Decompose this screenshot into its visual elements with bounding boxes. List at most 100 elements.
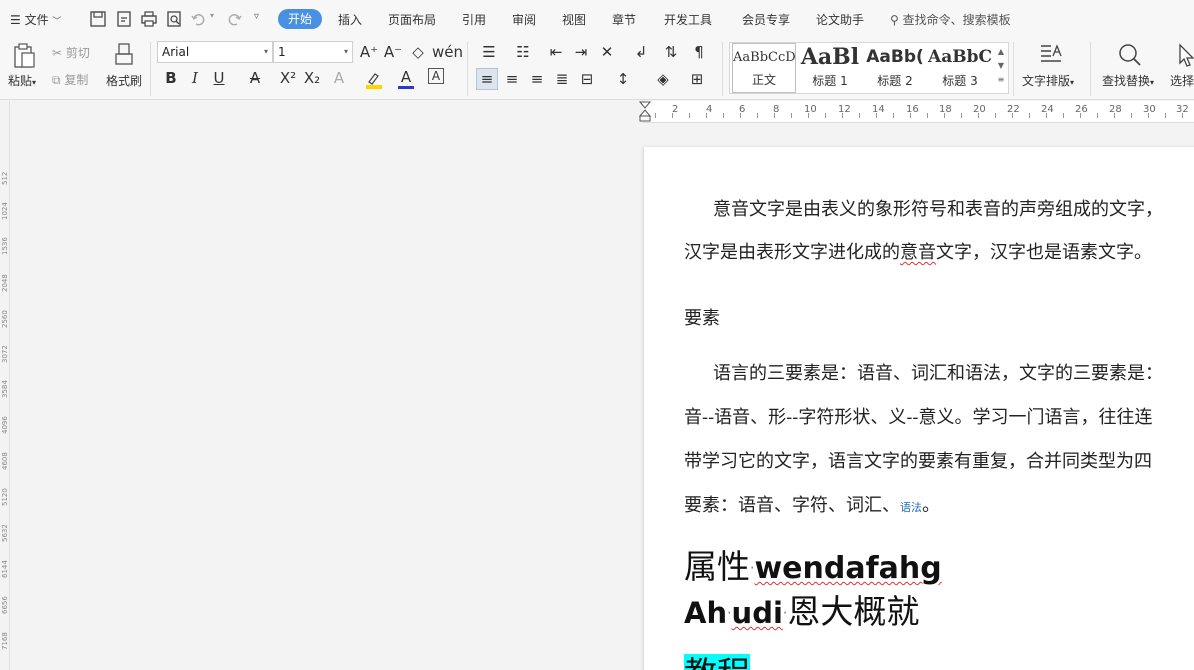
text-direction-icon[interactable]: ↲ xyxy=(630,42,652,62)
paste-icon[interactable] xyxy=(10,42,38,70)
strikethrough-icon[interactable]: A xyxy=(244,68,266,88)
ruler-tick xyxy=(893,113,894,118)
numbered-list-icon[interactable]: ☷ xyxy=(512,42,534,62)
vertical-ruler-label: 512 xyxy=(1,171,9,185)
vertical-ruler-label: 7168 xyxy=(1,632,9,650)
style-heading-2-sample: AaBb( xyxy=(866,47,924,67)
show-marks-icon[interactable]: ¶ xyxy=(688,42,710,62)
align-center-icon[interactable]: ≡ xyxy=(501,69,523,89)
text-layout-button[interactable]: 文字排版▾ xyxy=(1022,72,1074,89)
styles-scroll-controls[interactable]: ▲ ▼ ≡ xyxy=(994,45,1008,87)
bold-icon[interactable]: B xyxy=(160,68,182,88)
undo-icon[interactable] xyxy=(190,10,208,28)
find-replace-icon[interactable] xyxy=(1117,42,1143,68)
superscript-icon[interactable]: X² xyxy=(277,68,299,88)
underline-icon[interactable]: U xyxy=(208,68,230,88)
tab-insert[interactable]: 插入 xyxy=(338,11,362,28)
font-size-select[interactable]: 1 ▾ xyxy=(273,41,353,63)
divider xyxy=(467,42,468,96)
justify-icon[interactable]: ≣ xyxy=(551,69,573,89)
ruler-tick xyxy=(944,113,945,118)
highlight-color-icon[interactable] xyxy=(364,70,384,90)
ruler-tick xyxy=(808,113,809,118)
increase-font-size-icon[interactable]: A⁺ xyxy=(358,42,380,62)
ruler-tick xyxy=(961,113,962,118)
tab-page-layout[interactable]: 页面布局 xyxy=(388,11,436,28)
vertical-ruler-label: 2560 xyxy=(1,310,9,328)
copy-icon: ⧉ xyxy=(52,73,61,87)
text-run: 文字，汉字也是语素文字。 xyxy=(936,242,1152,263)
text-effect-icon[interactable]: A xyxy=(328,68,350,88)
style-heading-2[interactable]: AaBb( 标题 2 xyxy=(863,43,927,93)
increase-indent-icon[interactable]: ⇥ xyxy=(570,42,592,62)
line-spacing-icon[interactable]: ↕ xyxy=(612,69,634,89)
ruler-label: 28 xyxy=(1109,104,1122,115)
clear-format-icon[interactable]: ◇ xyxy=(407,42,429,62)
heading-line: Ah·udi·恩大概就 xyxy=(684,585,919,633)
tab-view[interactable]: 视图 xyxy=(562,11,586,28)
tab-member[interactable]: 会员专享 xyxy=(742,11,790,28)
vertical-ruler-label: 4096 xyxy=(1,416,9,434)
divider xyxy=(1013,42,1014,96)
text-run: 属性 xyxy=(684,547,750,586)
font-name-select[interactable]: Arial ▾ xyxy=(157,41,273,63)
copy-button[interactable]: ⧉ 复制 xyxy=(52,71,88,88)
subscript-icon[interactable]: X₂ xyxy=(301,68,323,88)
text-layout-label: 文字排版 xyxy=(1022,74,1071,88)
cut-button[interactable]: ✂ 剪切 xyxy=(52,44,90,61)
customize-quick-access-icon[interactable]: ▿ xyxy=(254,11,259,22)
chinese-layout-icon[interactable]: ✕ xyxy=(596,42,618,62)
decrease-indent-icon[interactable]: ⇤ xyxy=(545,42,567,62)
heading-line: 教程 xyxy=(684,647,750,670)
chevron-down-icon: ▾ xyxy=(343,47,348,56)
font-color-swatch xyxy=(398,86,414,89)
paste-button[interactable]: 粘贴▾ xyxy=(8,72,36,89)
ruler-tick xyxy=(1165,113,1166,118)
tab-review[interactable]: 审阅 xyxy=(512,11,536,28)
indent-marker-icon[interactable] xyxy=(639,101,651,123)
paste-label: 粘贴 xyxy=(8,74,33,88)
ruler-label: 14 xyxy=(872,104,885,115)
ruler-tick xyxy=(1097,113,1098,118)
tab-references[interactable]: 引用 xyxy=(462,11,486,28)
text-layout-icon[interactable] xyxy=(1038,42,1064,68)
align-right-icon[interactable]: ≡ xyxy=(526,69,548,89)
style-normal[interactable]: AaBbCcD 正文 xyxy=(732,43,796,93)
style-heading-1-name: 标题 1 xyxy=(812,74,848,88)
tab-chapter[interactable]: 章节 xyxy=(612,11,636,28)
sort-icon[interactable]: ⇅ xyxy=(660,42,682,62)
tab-developer[interactable]: 开发工具 xyxy=(664,11,712,28)
search-icon: ⚲ xyxy=(890,13,899,27)
style-heading-1[interactable]: AaBl 标题 1 xyxy=(798,43,862,93)
ruler-tick xyxy=(1131,113,1132,118)
print-preview-icon[interactable] xyxy=(165,10,183,28)
font-color-icon[interactable]: A xyxy=(395,67,417,87)
ruler-label: 22 xyxy=(1007,104,1020,115)
redo-icon[interactable] xyxy=(225,10,243,28)
bullet-list-icon[interactable]: ☰ xyxy=(478,42,500,62)
undo-dropdown-icon[interactable]: ▾ xyxy=(210,11,214,20)
format-painter-label[interactable]: 格式刷 xyxy=(106,72,142,89)
save-icon[interactable] xyxy=(89,10,107,28)
export-pdf-icon[interactable] xyxy=(115,10,133,28)
tab-home[interactable]: 开始 xyxy=(278,9,322,29)
phonetic-guide-icon[interactable]: wén xyxy=(432,42,463,62)
style-heading-3[interactable]: AaBbC 标题 3 xyxy=(928,43,992,93)
document-page[interactable]: 意音文字是由表义的象形符号和表音的声旁组成的文字， 汉字是由表形文字进化成的意音… xyxy=(644,147,1194,670)
format-painter-icon[interactable] xyxy=(112,42,136,68)
find-replace-button[interactable]: 查找替换▾ xyxy=(1102,72,1154,89)
select-label[interactable]: 选择 xyxy=(1170,72,1194,89)
tab-thesis-assistant[interactable]: 论文助手 xyxy=(816,11,864,28)
command-search[interactable]: ⚲ 查找命令、搜索模板 xyxy=(890,11,1011,28)
decrease-font-size-icon[interactable]: A⁻ xyxy=(382,42,404,62)
select-cursor-icon[interactable] xyxy=(1176,42,1194,68)
shading-icon[interactable]: ◈ xyxy=(652,69,674,89)
distributed-align-icon[interactable]: ⊟ xyxy=(576,69,598,89)
italic-icon[interactable]: I xyxy=(184,68,206,88)
print-icon[interactable] xyxy=(140,10,158,28)
hamburger-icon: ☰ xyxy=(10,13,21,27)
spellcheck-text: wendafahg xyxy=(754,551,942,586)
borders-icon[interactable]: ⊞ xyxy=(686,69,708,89)
char-border-icon[interactable]: A xyxy=(428,68,444,84)
file-menu[interactable]: ☰ 文件 ﹀ xyxy=(10,11,61,28)
